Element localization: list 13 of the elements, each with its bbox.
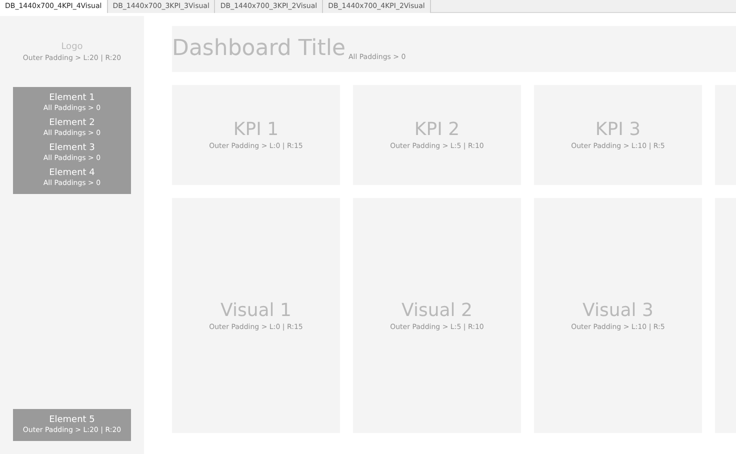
element-title: Element 5 <box>49 415 95 426</box>
card-title: Visual 1 <box>220 300 292 322</box>
card-title: KPI 1 <box>233 119 279 141</box>
card-title: KPI 2 <box>414 119 460 141</box>
card-title: Visual 3 <box>582 300 654 322</box>
dashboard-title: Dashboard Title <box>172 36 346 62</box>
element-title: Element 1 <box>49 93 95 104</box>
element-title: Element 3 <box>49 143 95 154</box>
card-title: Visual 2 <box>402 300 472 322</box>
element-title: Element 2 <box>49 118 95 129</box>
element-title: Element 4 <box>49 168 95 179</box>
logo-label: Logo <box>61 42 83 53</box>
card-title: KPI 3 <box>595 119 641 141</box>
